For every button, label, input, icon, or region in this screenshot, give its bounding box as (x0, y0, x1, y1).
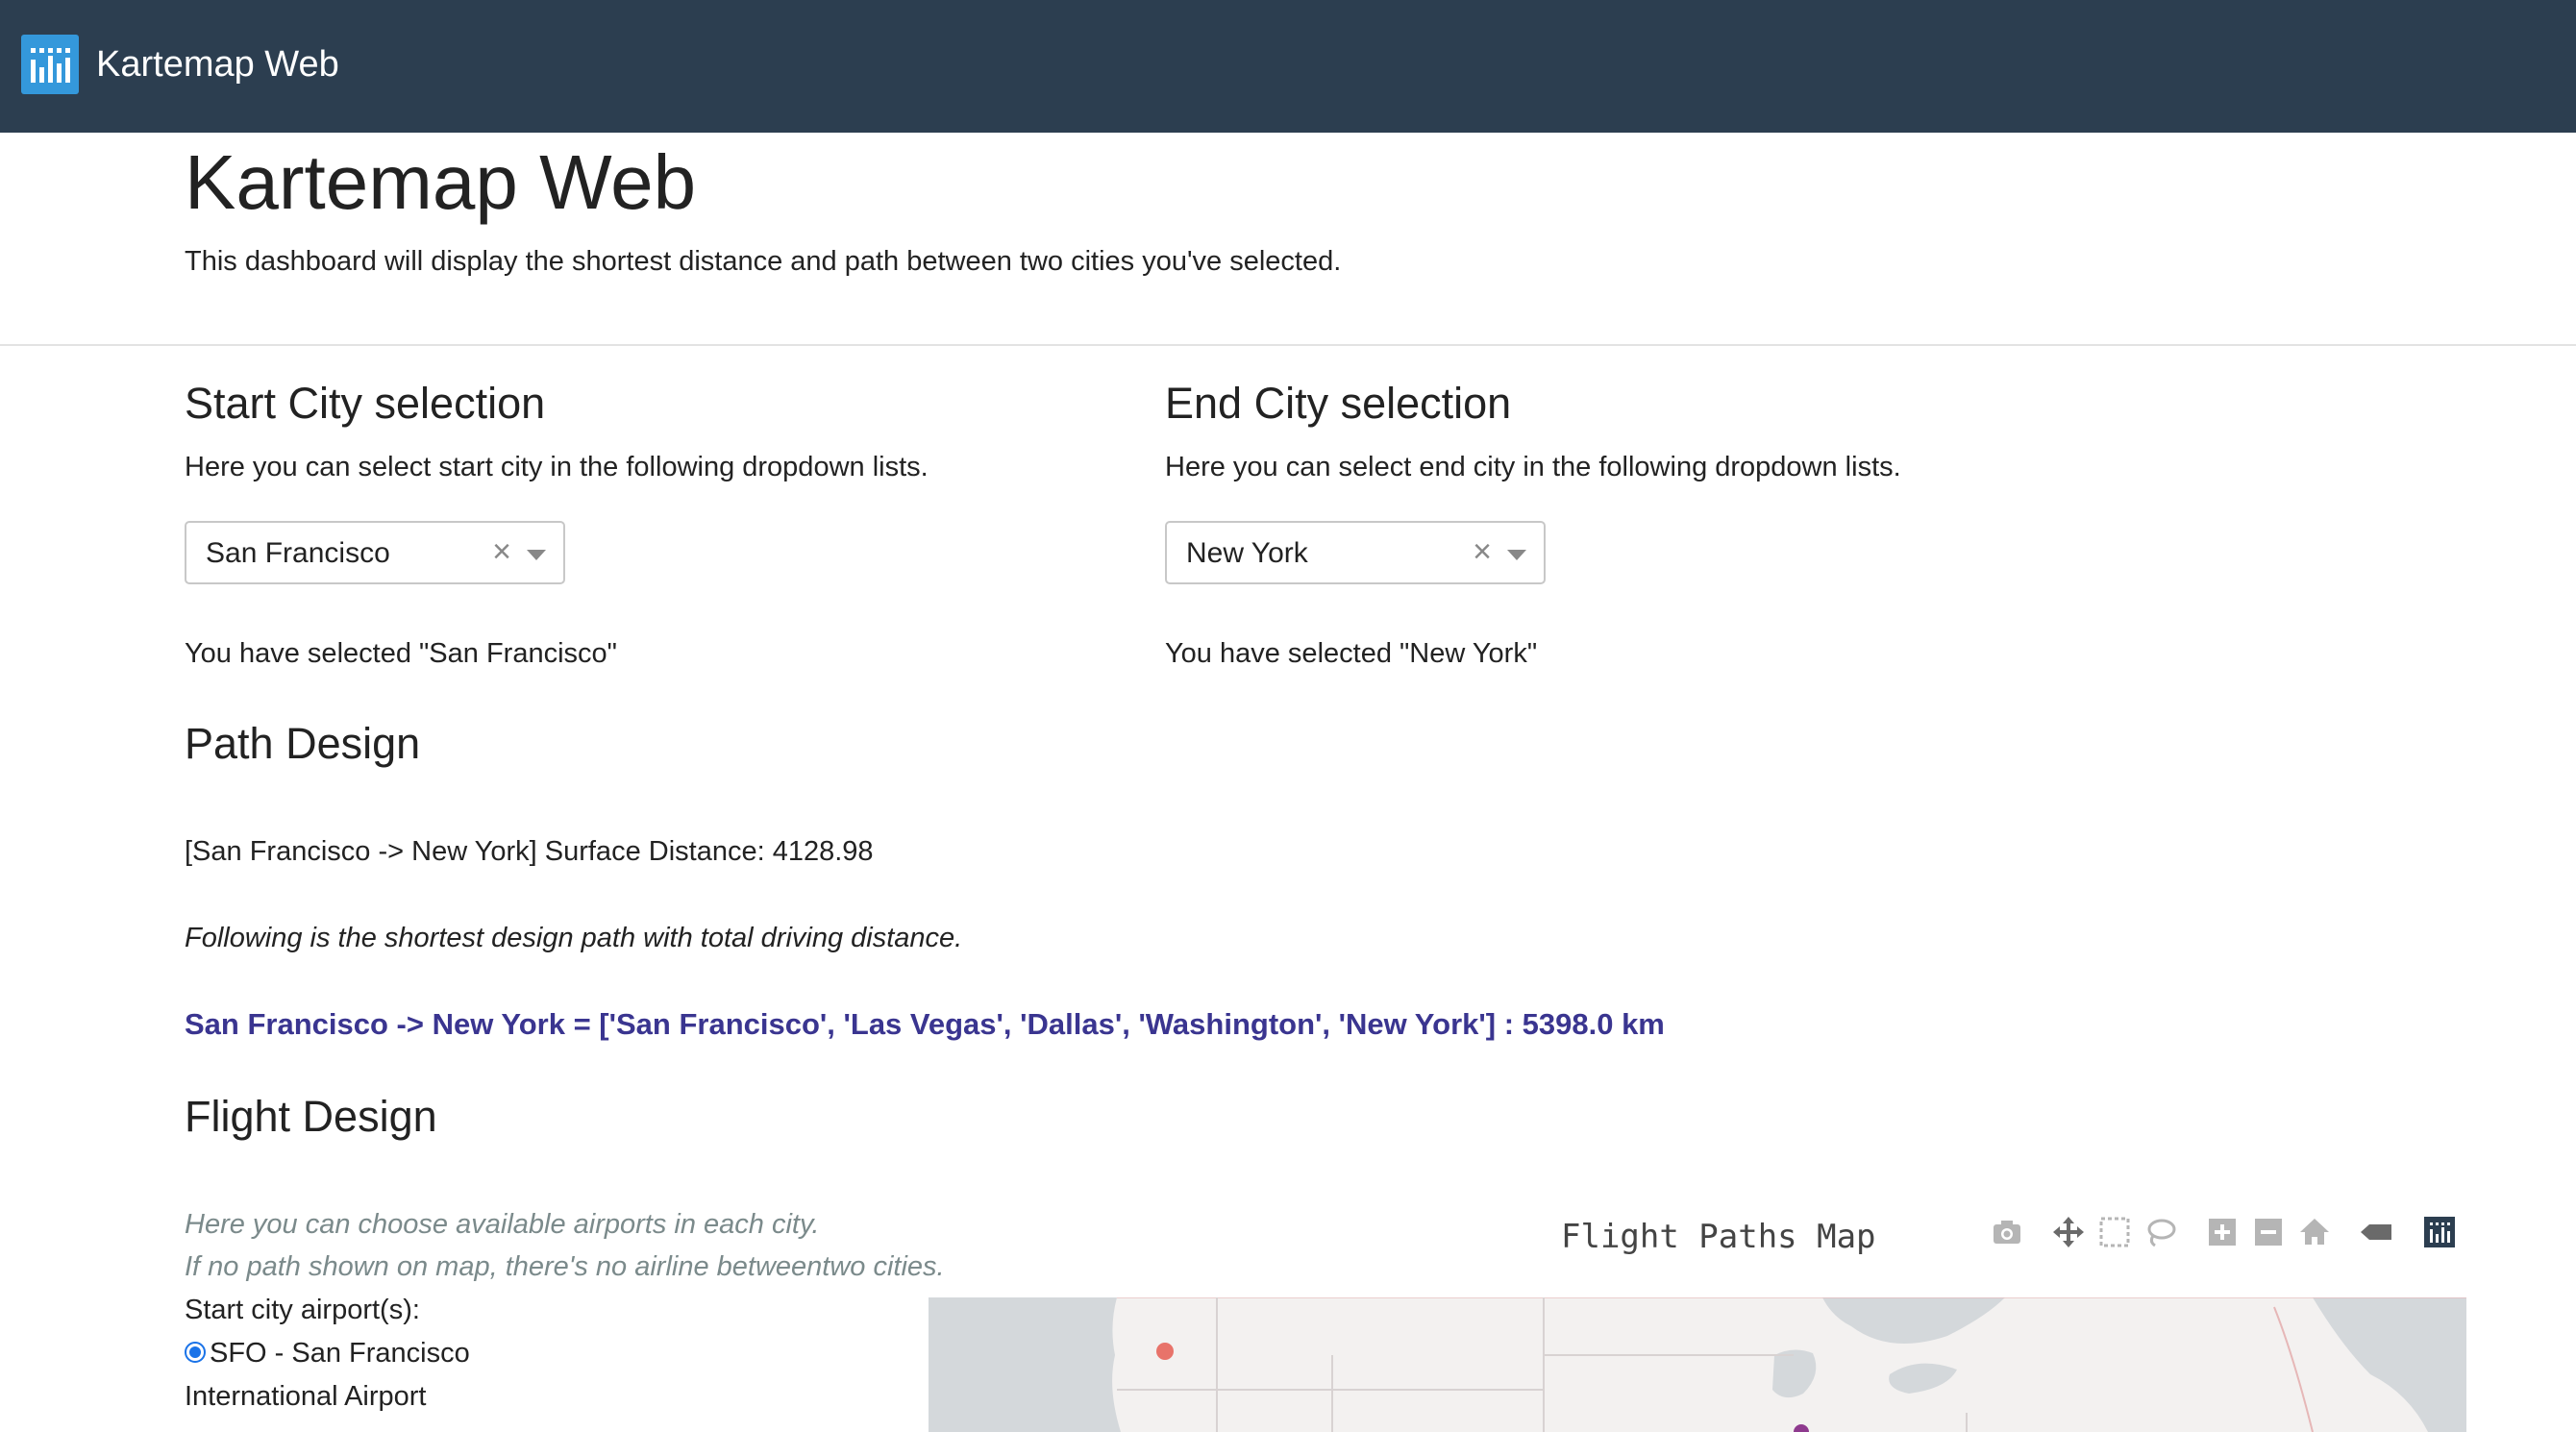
end-city-selected-text: You have selected "New York" (1165, 634, 1537, 673)
path-design-heading: Path Design (185, 715, 420, 773)
chevron-down-icon[interactable] (527, 550, 546, 560)
hover-label-icon[interactable] (2357, 1213, 2395, 1251)
lake-region (1772, 1349, 1816, 1397)
zoom-in-icon[interactable] (2203, 1213, 2242, 1251)
reset-home-icon[interactable] (2295, 1213, 2334, 1251)
start-city-heading: Start City selection (185, 375, 545, 432)
chevron-down-icon[interactable] (1507, 550, 1526, 560)
start-city-dropdown[interactable]: San Francisco × (185, 521, 565, 584)
bar-chart-logo-icon[interactable] (21, 35, 79, 94)
divider (0, 344, 2576, 346)
end-city-value: New York (1186, 534, 1308, 573)
path-note: Following is the shortest design path wi… (185, 919, 962, 957)
box-select-icon[interactable] (2095, 1213, 2134, 1251)
pan-icon[interactable] (2049, 1213, 2088, 1251)
start-city-value: San Francisco (206, 534, 390, 573)
map-title: Flight Paths Map (1561, 1215, 1876, 1259)
end-city-dropdown[interactable]: New York × (1165, 521, 1546, 584)
lake-region (1889, 1364, 1957, 1394)
clear-icon[interactable]: × (1473, 532, 1492, 571)
navbar-brand[interactable]: Kartemap Web (96, 38, 339, 90)
end-city-heading: End City selection (1165, 375, 1511, 432)
zoom-out-icon[interactable] (2249, 1213, 2288, 1251)
ocean-region (929, 1297, 1121, 1432)
surface-distance-text: [San Francisco -> New York] Surface Dist… (185, 832, 874, 871)
flight-paths-map[interactable] (929, 1297, 2466, 1432)
page-lead: This dashboard will display the shortest… (185, 242, 1341, 281)
camera-icon[interactable] (1988, 1213, 2026, 1251)
top-navbar: Kartemap Web (0, 0, 2576, 133)
flight-hint-2: If no path shown on map, there's no airl… (185, 1247, 945, 1286)
shortest-path-result: San Francisco -> New York = ['San Franci… (185, 1003, 1665, 1046)
start-city-description: Here you can select start city in the fo… (185, 448, 929, 486)
page-title: Kartemap Web (185, 135, 696, 231)
lasso-icon[interactable] (2142, 1213, 2180, 1251)
start-city-selected-text: You have selected "San Francisco" (185, 634, 617, 673)
end-city-description: Here you can select end city in the foll… (1165, 448, 1901, 486)
flight-design-heading: Flight Design (185, 1088, 437, 1146)
airport-option-label-cont: International Airport (185, 1377, 426, 1416)
map-point (1794, 1424, 1809, 1432)
flight-hint-1: Here you can choose available airports i… (185, 1205, 819, 1244)
start-airports-label: Start city airport(s): (185, 1291, 420, 1329)
airport-radio-sfo[interactable] (185, 1342, 206, 1363)
map-point-start (1156, 1343, 1174, 1360)
airport-option-label[interactable]: SFO - San Francisco (210, 1334, 470, 1372)
atlantic-region (2313, 1297, 2466, 1432)
plotly-logo-icon[interactable] (2420, 1213, 2459, 1251)
clear-icon[interactable]: × (492, 532, 511, 571)
lake-region (1822, 1297, 2005, 1344)
